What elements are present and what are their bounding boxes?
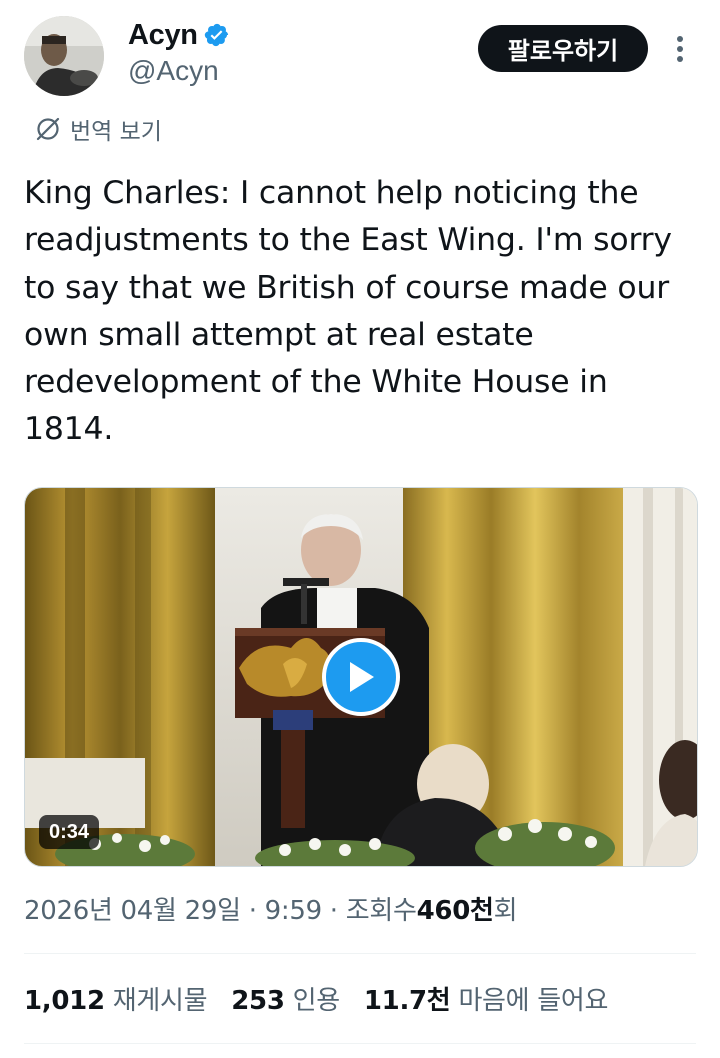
- video-player[interactable]: 0:34: [24, 487, 698, 867]
- tweet-header: Acyn @Acyn 팔로우하기: [0, 0, 720, 110]
- retweets-label: 재게시물: [112, 986, 208, 1016]
- quotes-count: 253: [231, 986, 285, 1016]
- views-label: 조회수: [345, 896, 417, 926]
- tweet-meta: 2026년 04월 29일 · 9:59 · 조회수460천회: [24, 890, 518, 927]
- views-suffix: 회: [493, 896, 518, 926]
- avatar[interactable]: [24, 16, 104, 96]
- retweets-stat[interactable]: 1,012 재게시물: [24, 980, 208, 1017]
- likes-label: 마음에 들어요: [458, 986, 609, 1016]
- author-name-row[interactable]: Acyn: [128, 18, 230, 52]
- translate-icon: [36, 117, 60, 141]
- quotes-label: 인용: [292, 986, 341, 1016]
- views-count: 460천: [416, 896, 494, 926]
- tweet-time[interactable]: 9:59: [265, 896, 322, 926]
- more-options-icon[interactable]: [666, 32, 694, 66]
- translate-link[interactable]: 번역 보기: [34, 112, 162, 146]
- retweets-count: 1,012: [24, 986, 105, 1016]
- video-duration: 0:34: [39, 815, 100, 849]
- tweet-text: King Charles: I cannot help noticing the…: [24, 175, 672, 448]
- verified-badge-icon: [204, 23, 228, 47]
- likes-stat[interactable]: 11.7천 마음에 들어요: [363, 980, 609, 1017]
- play-icon: [350, 662, 374, 692]
- tweet-date[interactable]: 2026년 04월 29일: [24, 896, 241, 926]
- meta-separator: ·: [248, 896, 257, 926]
- divider: [24, 1043, 696, 1044]
- meta-separator: ·: [329, 896, 338, 926]
- translate-label[interactable]: 번역 보기: [70, 112, 162, 146]
- quotes-stat[interactable]: 253 인용: [231, 980, 340, 1017]
- play-button[interactable]: [322, 638, 400, 716]
- engagement-stats: 1,012 재게시물 253 인용 11.7천 마음에 들어요: [24, 980, 632, 1017]
- likes-count: 11.7천: [363, 986, 451, 1016]
- follow-button[interactable]: 팔로우하기: [478, 25, 648, 72]
- author-handle[interactable]: @Acyn: [128, 54, 219, 88]
- divider: [24, 953, 696, 954]
- display-name[interactable]: Acyn: [128, 18, 198, 52]
